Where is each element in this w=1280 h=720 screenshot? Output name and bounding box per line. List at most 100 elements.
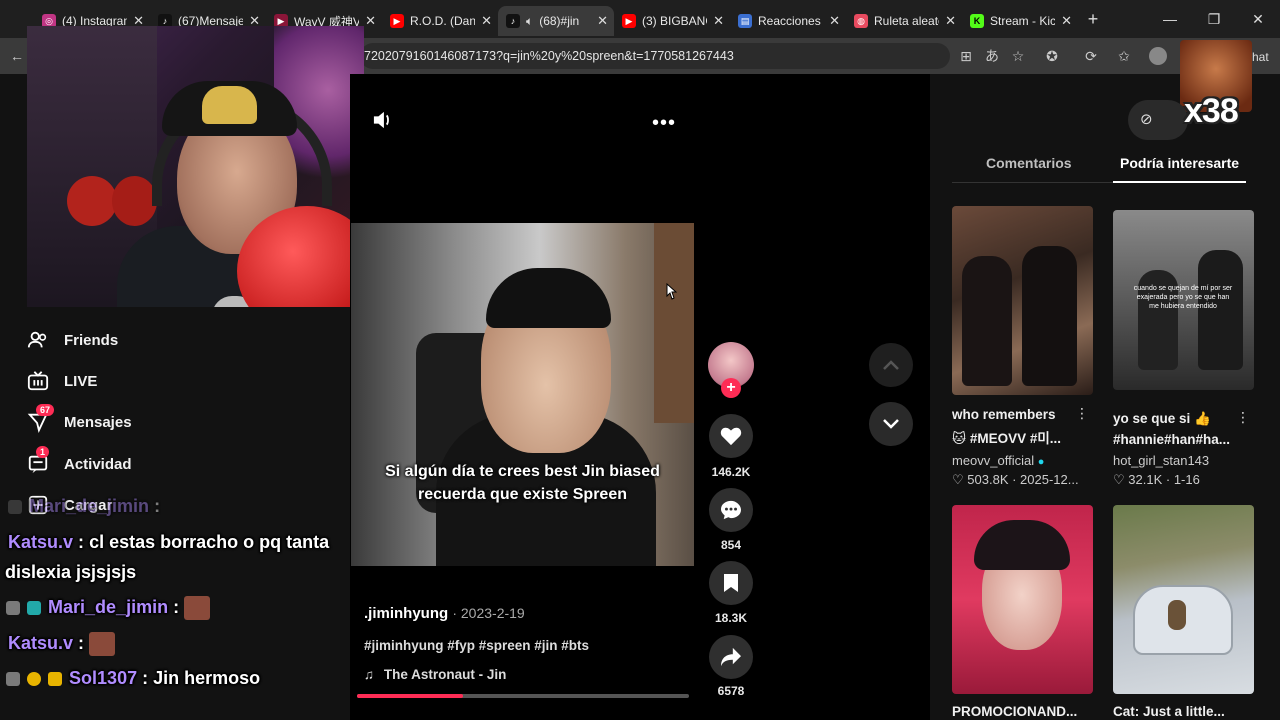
tab-close-icon[interactable]: ✕ (945, 13, 956, 29)
nav-item-live[interactable]: LIVE (26, 369, 97, 393)
back-arrow-icon[interactable]: ← (8, 47, 26, 65)
tab-close-icon[interactable]: ✕ (829, 13, 840, 29)
nav-item-friends[interactable]: Friends (26, 328, 118, 352)
comment-button[interactable] (709, 488, 753, 532)
tab-close-icon[interactable]: ✕ (365, 13, 376, 29)
video-thumbnail[interactable]: cuando se quejan de mí por ser exajerada… (1113, 210, 1254, 390)
more-options-icon[interactable]: ••• (652, 112, 676, 135)
chat-text: dislexia jsjsjsjs (5, 562, 137, 582)
video-thumbnail[interactable] (1113, 505, 1254, 694)
chat-message: Sol1307 : Jin hermoso (6, 668, 260, 689)
chevron-down-icon (883, 419, 899, 429)
tab-comments[interactable]: Comentarios (986, 155, 1072, 171)
card-likes: 32.1K (1128, 472, 1163, 487)
card-subtitle: #hannie#han#ha... (1113, 432, 1231, 447)
star-icon[interactable]: ☆ (1009, 47, 1027, 65)
video-progress-bar[interactable] (357, 694, 689, 698)
card-kebab-icon[interactable]: ⋮ (1236, 409, 1250, 426)
nav-item-messages[interactable]: 67 Mensajes (26, 404, 132, 434)
video-author[interactable]: .jiminhyung · 2023-2-19 (364, 605, 525, 622)
browser-tab[interactable]: ▶ (3) BIGBANG ✕ (614, 6, 730, 36)
share-count: 6578 (717, 684, 745, 698)
tab-suggested[interactable]: Podría interesarte (1120, 155, 1239, 171)
card-username[interactable]: hot_girl_stan143 (1113, 453, 1209, 468)
browser-tab[interactable]: ◍ Ruleta aleatoria ✕ (846, 6, 962, 36)
favorites-icon[interactable]: ✩ (1115, 47, 1133, 65)
music-title[interactable]: The Astronaut - Jin (384, 667, 507, 682)
card-date: · 2025-12... (1012, 472, 1079, 487)
tab-title: R.O.D. (Dance (410, 14, 476, 28)
profile-icon[interactable] (1149, 47, 1167, 65)
browser-tab-active[interactable]: ♪ 🔈︎ (68)#jin ✕ (498, 6, 614, 36)
friends-icon (26, 328, 50, 352)
share-button[interactable] (709, 635, 753, 679)
suggested-video-card[interactable]: PROMOCIONAND... (952, 505, 1093, 719)
thumb-cat (1168, 600, 1186, 630)
share-icon (721, 647, 741, 667)
video-music[interactable]: ♫ The Astronaut - Jin (364, 667, 506, 682)
window-controls: — ❐ ✕ (1148, 0, 1280, 38)
chat-message: Katsu.v : (8, 632, 116, 656)
minimize-icon[interactable]: — (1148, 0, 1192, 38)
video-thumbnail[interactable] (952, 505, 1093, 694)
save-button[interactable] (709, 561, 753, 605)
card-author[interactable]: meovv_official ● (952, 453, 1093, 468)
suggested-video-card[interactable]: cuando se quejan de mí por ser exajerada… (1113, 210, 1254, 488)
video-caption: Si algún día te crees best Jin biased re… (385, 463, 660, 503)
follow-button[interactable]: + (721, 378, 741, 398)
post-date: · 2023-2-19 (452, 605, 525, 621)
close-window-icon[interactable]: ✕ (1236, 0, 1280, 38)
app-icon[interactable]: ⊞ (957, 47, 975, 65)
overlay-controls[interactable]: ⊘ (1128, 100, 1188, 140)
tab-close-icon[interactable]: ✕ (481, 13, 492, 29)
video-thumbnail[interactable] (952, 206, 1093, 395)
like-count: 146.2K (711, 465, 751, 479)
speaker-icon[interactable]: 🔈︎ (526, 14, 533, 29)
card-username[interactable]: meovv_official (952, 453, 1034, 468)
heart-outline-icon: ♡ (952, 472, 964, 487)
chat-username: Mari_de_jimin (29, 496, 150, 516)
reactions-icon: ▤ (738, 14, 752, 28)
card-stats: ♡ 32.1K · 1-16 (1113, 472, 1254, 488)
thumb-overlay-text: cuando se quejan de mí por ser exajerada… (1133, 285, 1233, 310)
tab-close-icon[interactable]: ✕ (713, 13, 724, 29)
sync-icon[interactable]: ⟳ (1082, 47, 1100, 65)
thumb-figure (1022, 246, 1077, 386)
webcam-cap-front (202, 86, 257, 124)
suggested-video-card[interactable]: who remembers 🐱 #MEOVV #미... meovv_offic… (952, 206, 1093, 488)
video-door (654, 223, 694, 423)
browser-tab[interactable]: K Stream - Kick ✕ (962, 6, 1078, 36)
tab-title: Ruleta aleatoria (874, 14, 939, 28)
card-author[interactable]: hot_girl_stan143 (1113, 453, 1254, 468)
thumb-figure (962, 256, 1012, 386)
new-tab-button[interactable]: + (1078, 9, 1108, 30)
next-video-button[interactable] (869, 402, 913, 446)
video-hashtags[interactable]: #jiminhyung #fyp #spreen #jin #bts (364, 638, 589, 653)
url-input[interactable]: 7202079160146087173?q=jin%20y%20spreen&t… (360, 43, 950, 69)
tab-close-icon[interactable]: ✕ (1061, 13, 1072, 29)
emote-icon (184, 596, 211, 620)
maximize-icon[interactable]: ❐ (1192, 0, 1236, 38)
translate-icon[interactable]: あ (983, 47, 1001, 65)
chat-username: Katsu.v (8, 532, 74, 552)
chat-username: Mari_de_jimin (48, 596, 169, 617)
card-kebab-icon[interactable]: ⋮ (1075, 405, 1089, 422)
save-count: 18.3K (714, 611, 748, 625)
extensions-icon[interactable]: ✪ (1043, 47, 1061, 65)
suggested-video-card[interactable]: Cat: Just a little... (1113, 505, 1254, 719)
nav-item-activity[interactable]: 1 Actividad (26, 446, 132, 476)
nav-label: Actividad (64, 455, 132, 473)
previous-video-button[interactable] (869, 343, 913, 387)
activity-icon: 1 (26, 446, 50, 476)
volume-icon[interactable] (372, 110, 394, 130)
heart-icon (720, 427, 742, 446)
author-username[interactable]: .jiminhyung (364, 605, 448, 622)
emote-count-overlay: x38 (1184, 92, 1239, 130)
like-button[interactable] (709, 414, 753, 458)
compass-icon[interactable]: ⊘ (1140, 110, 1153, 128)
video-player[interactable] (351, 223, 694, 566)
browser-tab[interactable]: ▤ Reacciones ✕ (730, 6, 846, 36)
verified-icon: ● (1037, 456, 1045, 468)
browser-tab[interactable]: ▶ R.O.D. (Dance ✕ (382, 6, 498, 36)
tab-close-icon[interactable]: ✕ (597, 13, 608, 29)
